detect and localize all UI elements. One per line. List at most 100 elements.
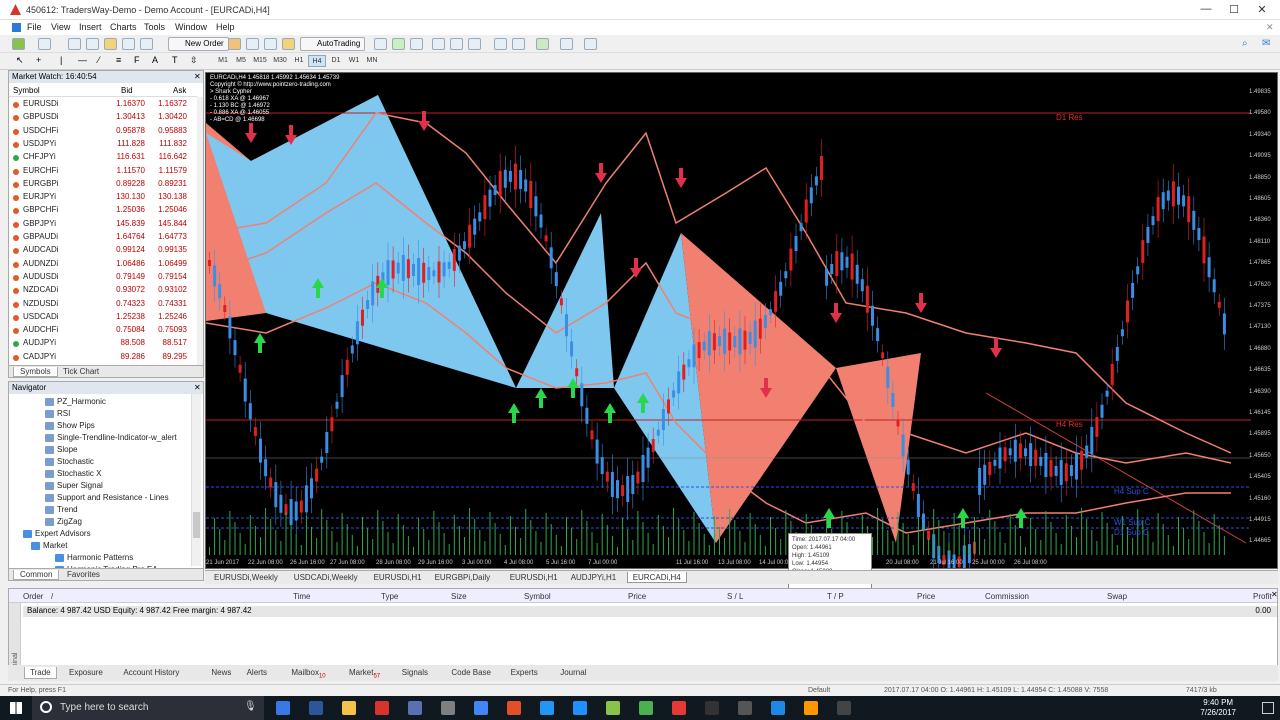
chart-tab[interactable]: EURGBPi,Daily (430, 572, 496, 583)
chart-tab[interactable]: EURUSDi,H1 (505, 572, 563, 583)
navigator-item[interactable]: Stochastic X (9, 468, 195, 480)
candlestick-icon[interactable] (392, 38, 405, 50)
col-commission[interactable]: Commission (985, 592, 1029, 601)
terminal-tab[interactable]: Code Base (446, 667, 496, 679)
channel-icon[interactable]: ≡ (116, 55, 121, 65)
chart-tab[interactable]: AUDJPYi,H1 (566, 572, 622, 583)
col-symbol[interactable]: Symbol (13, 86, 40, 95)
tf-mn[interactable]: MN (363, 55, 381, 67)
market-watch-row[interactable]: EURCHFi 1.11570 1.11579 (9, 165, 197, 178)
tf-m15[interactable]: M15 (251, 55, 269, 67)
terminal-tab[interactable]: Account History (118, 667, 184, 679)
crosshair-icon[interactable]: + (36, 55, 41, 65)
market-watch-row[interactable]: CADJPYi 89.286 89.295 (9, 351, 197, 364)
navigator-item[interactable]: Super Signal (9, 480, 195, 492)
navigator-item[interactable]: Trend (9, 504, 195, 516)
app-icon-9[interactable] (639, 701, 653, 715)
cursor-icon[interactable]: ↖ (16, 55, 24, 66)
market-watch-row[interactable]: EURGBPi 0.89228 0.89231 (9, 178, 197, 191)
col-sl[interactable]: S / L (727, 592, 743, 601)
market-watch-row[interactable]: EURUSDi 1.16370 1.16372 (9, 98, 197, 111)
tf-w1[interactable]: W1 (345, 55, 363, 67)
chat-icon[interactable]: ✉ (1262, 38, 1270, 49)
windows-start-icon[interactable] (10, 702, 22, 714)
file-explorer-icon[interactable] (342, 701, 356, 715)
market-watch-row[interactable]: GBPJPYi 145.839 145.844 (9, 218, 197, 231)
zoom-in-icon[interactable] (432, 38, 445, 50)
tf-d1[interactable]: D1 (327, 55, 345, 67)
navigator-item[interactable]: PZ_Harmonic (9, 396, 195, 408)
navigator-item[interactable]: Stochastic (9, 456, 195, 468)
chart-tab[interactable]: USDCADi,Weekly (289, 572, 363, 583)
navigator-close-icon[interactable]: ✕ (194, 383, 201, 392)
col-size[interactable]: Size (451, 592, 467, 601)
terminal-tab[interactable]: Mailbox10 (286, 667, 330, 680)
chart-tab[interactable]: EURUSDi,Weekly (209, 572, 283, 583)
line-chart-icon[interactable] (410, 38, 423, 50)
terminal-tab[interactable]: Exposure (64, 667, 108, 679)
col-swap[interactable]: Swap (1107, 592, 1127, 601)
arrows-icon[interactable]: ⇳ (190, 55, 198, 66)
market-watch-row[interactable]: USDCADi 1.25238 1.25246 (9, 311, 197, 324)
market-watch-row[interactable]: USDCHFi 0.95878 0.95883 (9, 125, 197, 138)
balance-row[interactable]: Balance: 4 987.42 USD Equity: 4 987.42 F… (23, 606, 1277, 617)
chart-window[interactable]: EURCADi,H4 1.45818 1.45992 1.45634 1.457… (205, 72, 1278, 569)
col-ask[interactable]: Ask (173, 86, 186, 95)
market-watch-row[interactable]: GBPUSDi 1.30413 1.30420 (9, 111, 197, 124)
market-watch-row[interactable]: GBPCHFi 1.25036 1.25046 (9, 204, 197, 217)
notifications-icon[interactable] (1262, 702, 1274, 714)
market-watch-row[interactable]: AUDUSDi 0.79149 0.79154 (9, 271, 197, 284)
chart-shift-icon[interactable] (512, 38, 525, 50)
col-price[interactable]: Price (628, 592, 646, 601)
navigator-item[interactable]: Harmonic Patterns (9, 552, 195, 564)
terminal-tab[interactable]: Experts (506, 667, 543, 679)
terminal-tab[interactable]: Trade (24, 667, 57, 679)
app-icon-13[interactable] (771, 701, 785, 715)
app-icon-2[interactable] (408, 701, 422, 715)
terminal-icon[interactable] (122, 38, 135, 50)
navigator-scroll-thumb[interactable] (193, 512, 200, 538)
profiles-icon[interactable] (38, 38, 51, 50)
signals-icon[interactable] (282, 38, 295, 50)
market-watch-row[interactable]: GBPAUDi 1.64764 1.64773 (9, 231, 197, 244)
app-icon-6[interactable] (540, 701, 554, 715)
close-button[interactable]: ✕ (1252, 3, 1272, 16)
navigator-scrollbar[interactable] (191, 394, 201, 566)
market-watch-row[interactable]: AUDCHFi 0.75084 0.75093 (9, 324, 197, 337)
status-profile[interactable]: Default (808, 687, 830, 694)
metatrader-icon[interactable] (375, 701, 389, 715)
navigator-item[interactable]: Show Pips (9, 420, 195, 432)
new-order-button[interactable]: New Order (168, 37, 229, 51)
taskbar-search-box[interactable]: Type here to search 🎙 (32, 696, 264, 720)
bar-chart-icon[interactable] (374, 38, 387, 50)
market-watch-row[interactable]: NZDUSDi 0.74323 0.74331 (9, 298, 197, 311)
chart-tab[interactable]: EURCADi,H4 (626, 572, 687, 583)
indicators-icon[interactable] (536, 38, 549, 50)
market-watch-row[interactable]: AUDCADi 0.99124 0.99135 (9, 244, 197, 257)
menu-view[interactable]: View (51, 22, 70, 32)
app-icon-10[interactable] (672, 701, 686, 715)
market-watch-row[interactable]: AUDNZDi 1.06486 1.06499 (9, 258, 197, 271)
tab-common[interactable]: Common (13, 570, 60, 580)
col-tp[interactable]: T / P (827, 592, 844, 601)
terminal-tab[interactable]: Alerts (242, 667, 272, 679)
market-watch-row[interactable]: EURJPYi 130.130 130.138 (9, 191, 197, 204)
tf-h1[interactable]: H1 (290, 55, 308, 67)
app-icon-5[interactable] (507, 701, 521, 715)
tf-m1[interactable]: M1 (214, 55, 232, 67)
menu-close-icon[interactable]: ✕ (1266, 22, 1274, 33)
app-icon-15[interactable] (837, 701, 851, 715)
col-price-2[interactable]: Price (917, 592, 935, 601)
metaeditor-icon[interactable] (228, 38, 241, 50)
tab-tick-chart[interactable]: Tick Chart (57, 367, 105, 377)
tf-h4[interactable]: H4 (308, 55, 326, 67)
app-icon-8[interactable] (606, 701, 620, 715)
menu-help[interactable]: Help (216, 22, 235, 32)
fibonacci-icon[interactable]: F (134, 55, 140, 65)
tile-windows-icon[interactable] (468, 38, 481, 50)
zoom-out-icon[interactable] (450, 38, 463, 50)
market-watch-icon[interactable] (68, 38, 81, 50)
terminal-tab[interactable]: News (206, 667, 236, 679)
history-icon[interactable] (264, 38, 277, 50)
word-icon[interactable] (573, 701, 587, 715)
